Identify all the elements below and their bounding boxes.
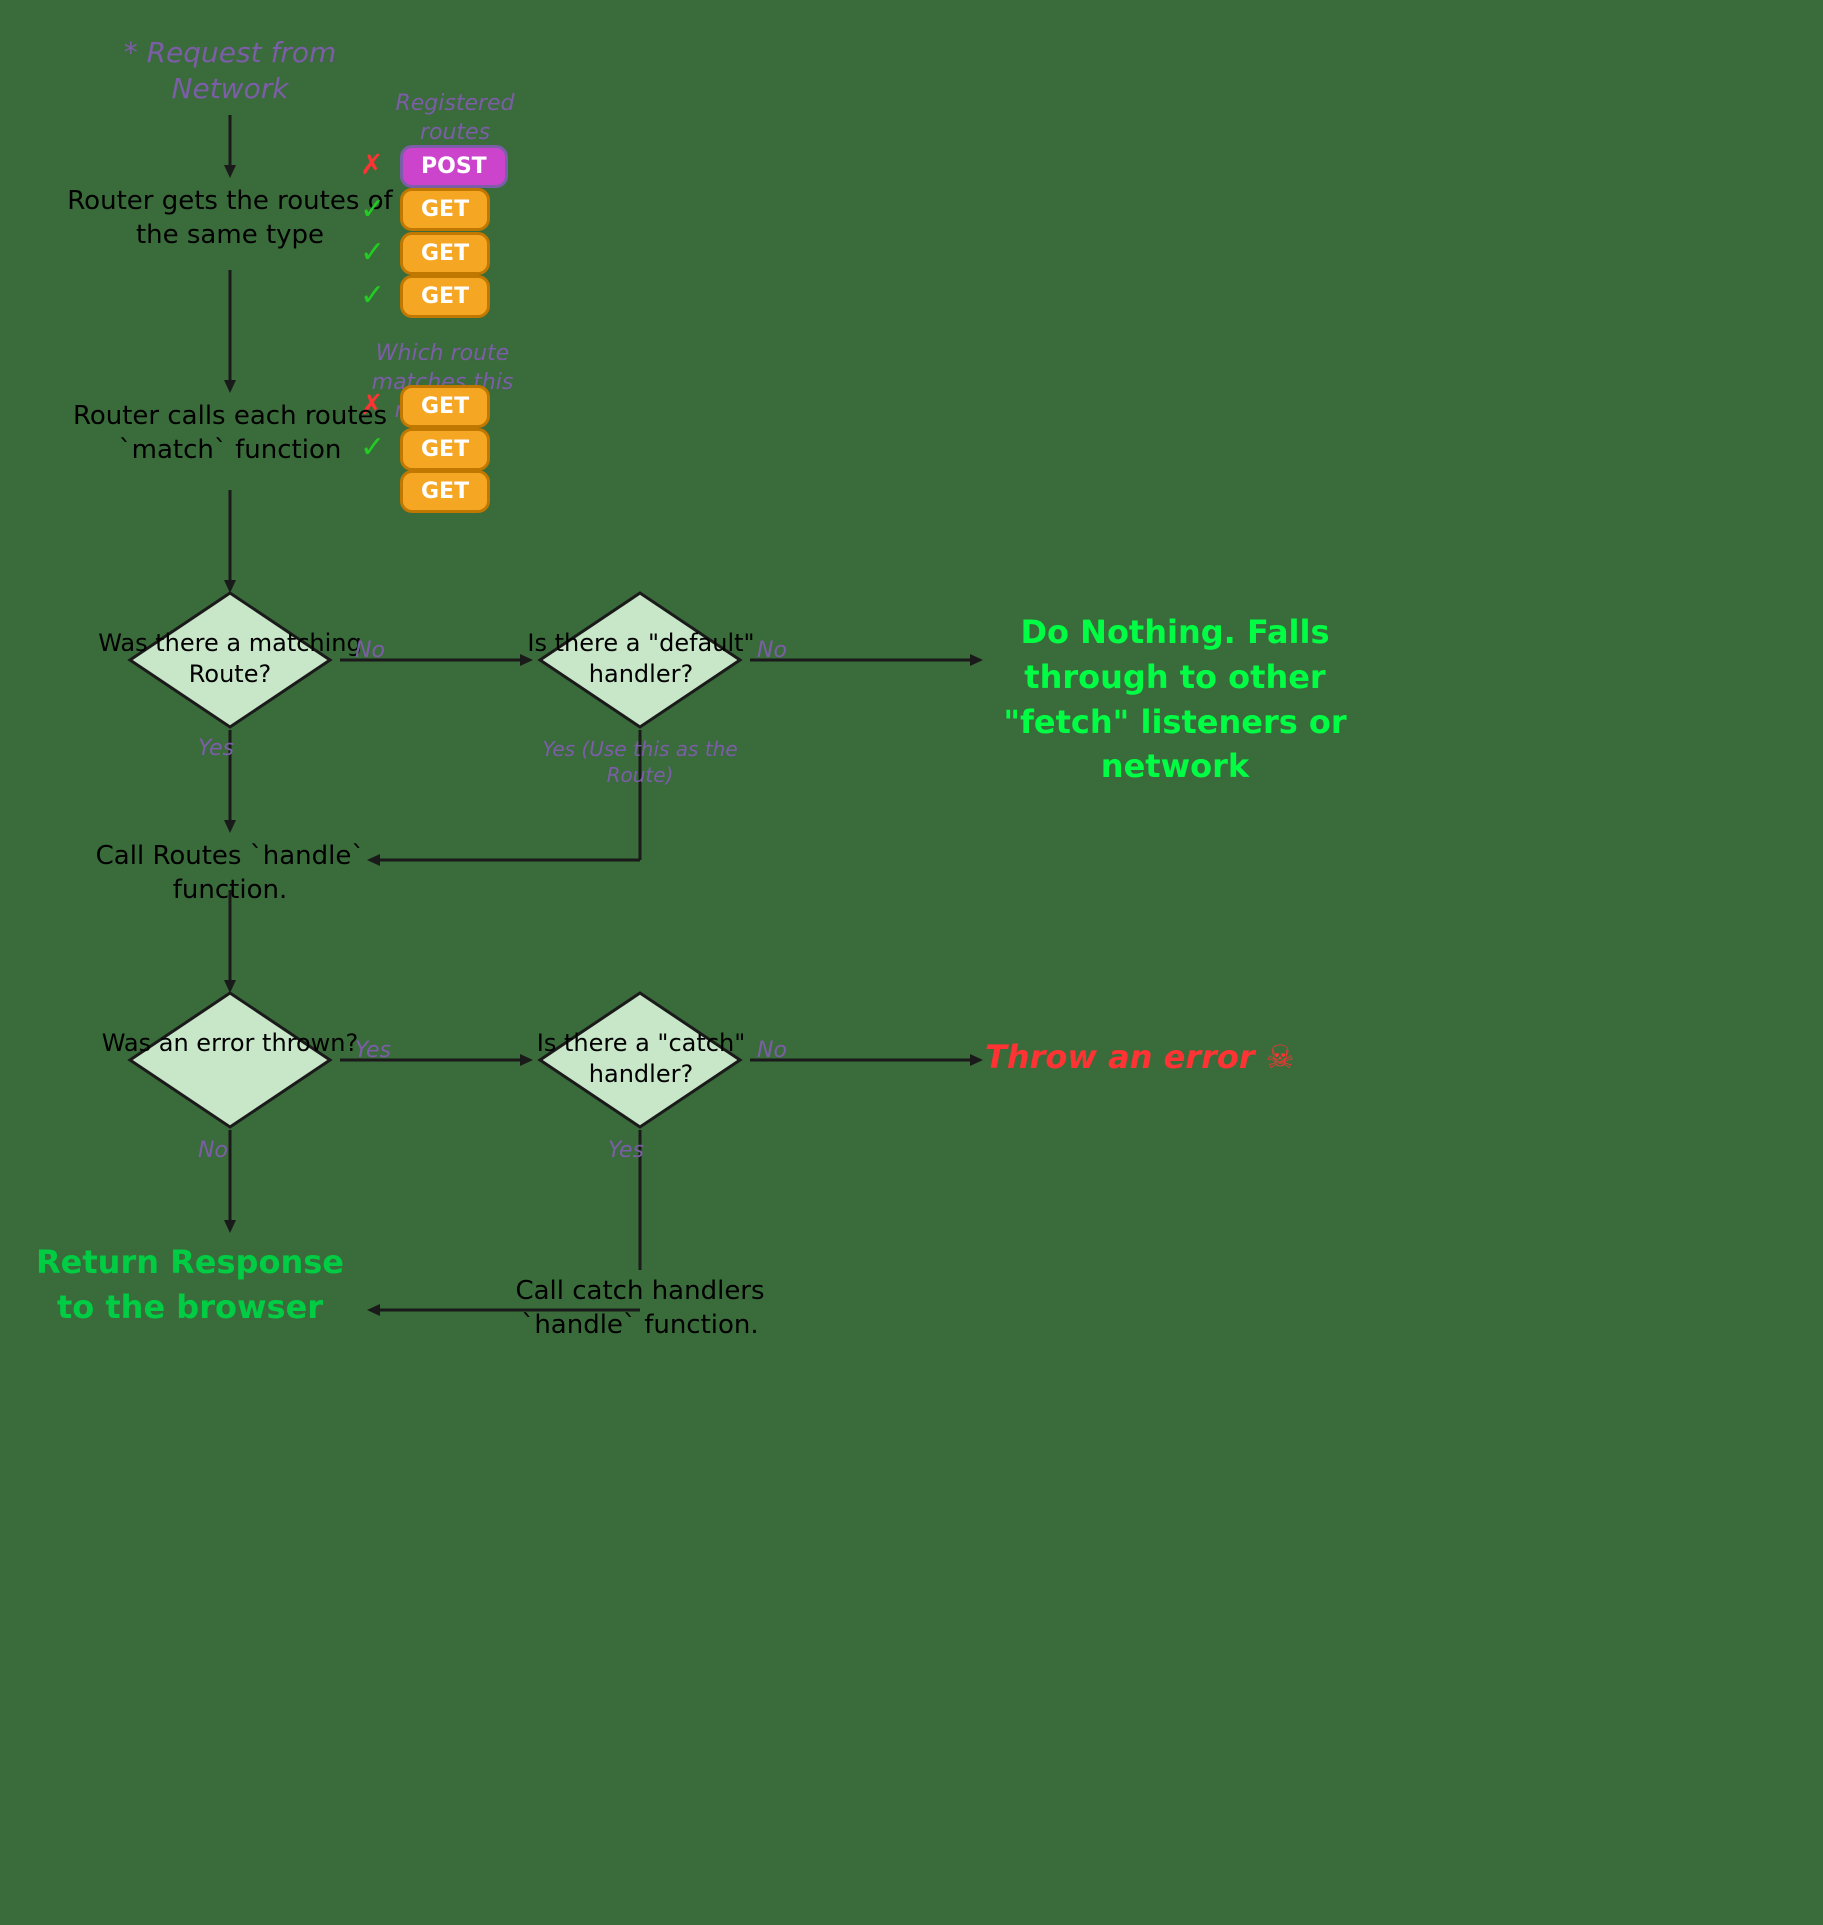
throw-error-label: Throw an error ☠ xyxy=(985,1038,1335,1076)
call-catch-handle-label: Call catch handlers `handle` function. xyxy=(455,1275,825,1343)
get-badge-3: GET xyxy=(400,275,490,318)
request-from-network-label: * Request from Network xyxy=(100,35,360,108)
get-check-3-icon: ✓ xyxy=(360,278,385,313)
get-badge-2: GET xyxy=(400,232,490,275)
no-label-4: No xyxy=(198,1138,228,1163)
no-label-2: No xyxy=(757,638,787,663)
get-badge-match-1: GET xyxy=(400,385,490,428)
diagram-container: * Request from Network Router gets the r… xyxy=(0,0,1823,1925)
was-matching-route-label: Was there a matching Route? xyxy=(95,628,365,690)
do-nothing-label: Do Nothing. Falls through to other "fetc… xyxy=(985,610,1365,789)
post-cross-icon: ✗ xyxy=(360,148,383,181)
return-response-label: Return Response to the browser xyxy=(30,1240,350,1330)
is-default-handler-label: Is there a "default" handler? xyxy=(502,628,780,690)
registered-routes-label: Registered routes xyxy=(380,90,530,147)
get-badge-1: GET xyxy=(400,188,490,231)
yes-label-3: Yes xyxy=(608,1138,644,1163)
no-label-3: No xyxy=(757,1038,787,1063)
yes-use-route-label: Yes (Use this as the Route) xyxy=(510,736,770,788)
is-catch-handler-label: Is there a "catch" handler? xyxy=(502,1028,780,1090)
flowchart-svg xyxy=(0,0,1823,1925)
no-label-1: No xyxy=(355,638,385,663)
yes-label-2: Yes xyxy=(355,1038,391,1063)
router-gets-routes-label: Router gets the routes of the same type xyxy=(50,185,410,253)
was-error-thrown-label: Was an error thrown? xyxy=(100,1028,360,1059)
get-badge-match-3: GET xyxy=(400,470,490,513)
get-check-1-icon: ✓ xyxy=(360,192,385,227)
get-badge-match-2: GET xyxy=(400,428,490,471)
post-badge: POST xyxy=(400,145,508,188)
call-routes-handle-label: Call Routes `handle` function. xyxy=(50,840,410,908)
yes-label-1: Yes xyxy=(198,736,234,761)
router-calls-match-label: Router calls each routes `match` functio… xyxy=(50,400,410,468)
get-check-2-icon: ✓ xyxy=(360,235,385,270)
